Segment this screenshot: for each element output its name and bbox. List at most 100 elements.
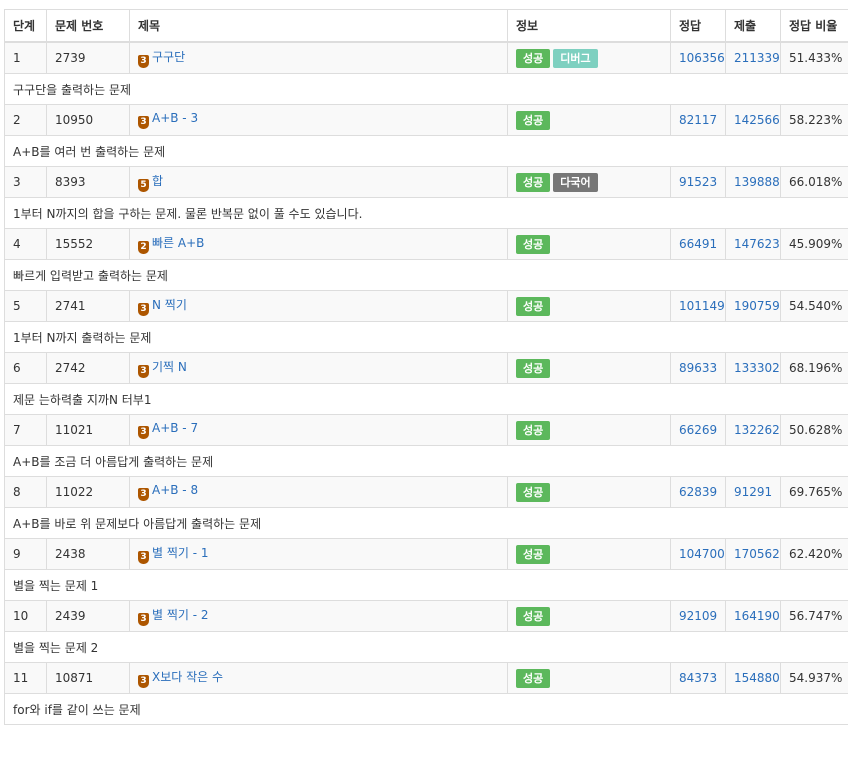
level-cell: 4 (4, 228, 47, 260)
table-row: 2 10950 3 A+B - 3 성공 82117 142566 58.223% (4, 104, 848, 136)
accepted-link[interactable]: 82117 (679, 113, 717, 127)
title-cell: 3 구구단 (129, 41, 508, 74)
problem-title-link[interactable]: 별 찍기 - 1 (152, 546, 209, 560)
status-badge-multi: 다국어 (553, 172, 598, 192)
problem-id-cell: 11021 (46, 414, 130, 446)
submissions-cell: 211339 (725, 41, 781, 74)
status-badge-success: 성공 (516, 668, 551, 688)
accepted-cell: 84373 (670, 662, 726, 694)
problem-title-link[interactable]: X보다 작은 수 (152, 670, 223, 684)
info-cell: 성공 (507, 538, 671, 570)
submissions-link[interactable]: 139888 (734, 175, 780, 189)
level-cell: 3 (4, 166, 47, 198)
header-info[interactable]: 정보 (507, 9, 671, 43)
accepted-cell: 106356 (670, 41, 726, 74)
status-badge-success: 성공 (516, 48, 551, 68)
info-cell: 성공 (507, 662, 671, 694)
ratio-cell: 45.909% (780, 228, 848, 260)
submissions-link[interactable]: 132262 (734, 423, 780, 437)
title-cell: 3별 찍기 - 2 (129, 600, 508, 632)
table-row: 3 8393 5합 성공 다국어 91523 139888 66.018% (4, 166, 848, 198)
accepted-link[interactable]: 66269 (679, 423, 717, 437)
description-row: 구구단을 출력하는 문제 (4, 73, 848, 105)
submissions-link[interactable]: 147623 (734, 237, 780, 251)
problem-title-link[interactable]: 합 (152, 174, 163, 188)
problem-title-link[interactable]: 빠른 A+B (152, 236, 204, 250)
description-row: for와 if를 같이 쓰는 문제 (4, 693, 848, 725)
problem-id-cell: 10871 (46, 662, 130, 694)
tier-badge-icon: 3 (138, 426, 149, 439)
accepted-link[interactable]: 104700 (679, 547, 725, 561)
table-header-row: 단계 문제 번호 제목 정보 정답 제출 정답 비율 (4, 9, 848, 43)
info-cell: 성공 (507, 352, 671, 384)
title-cell: 2 빠른 A+B (129, 228, 508, 260)
title-cell: 3N 찍기 (129, 290, 508, 322)
submissions-link[interactable]: 190759 (734, 299, 780, 313)
level-cell: 11 (4, 662, 47, 694)
accepted-link[interactable]: 89633 (679, 361, 717, 375)
status-badge-success: 성공 (516, 110, 551, 130)
header-accepted[interactable]: 정답 (670, 9, 726, 43)
problem-title-link[interactable]: A+B - 3 (152, 111, 198, 125)
accepted-link[interactable]: 66491 (679, 237, 717, 251)
title-cell: 3 A+B - 7 (129, 414, 508, 446)
accepted-link[interactable]: 92109 (679, 609, 717, 623)
problem-id-cell: 2739 (46, 41, 130, 74)
submissions-link[interactable]: 142566 (734, 113, 780, 127)
header-title[interactable]: 제목 (129, 9, 508, 43)
table-row: 8 11022 3 A+B - 8 성공 62839 91291 69.765% (4, 476, 848, 508)
accepted-cell: 89633 (670, 352, 726, 384)
header-level[interactable]: 단계 (4, 9, 47, 43)
accepted-link[interactable]: 91523 (679, 175, 717, 189)
description-row: 1부터 N까지의 합을 구하는 문제. 물론 반복문 없이 풀 수도 있습니다. (4, 197, 848, 229)
problem-id-cell: 2742 (46, 352, 130, 384)
accepted-link[interactable]: 101149 (679, 299, 725, 313)
problem-description: A+B를 조금 더 아름답게 출력하는 문제 (4, 445, 848, 477)
description-row: A+B를 바로 위 문제보다 아름답게 출력하는 문제 (4, 507, 848, 539)
accepted-cell: 92109 (670, 600, 726, 632)
problem-id-cell: 8393 (46, 166, 130, 198)
description-row: A+B를 여러 번 출력하는 문제 (4, 135, 848, 167)
problem-description: 별을 찍는 문제 1 (4, 569, 848, 601)
submissions-link[interactable]: 91291 (734, 485, 772, 499)
submissions-cell: 133302 (725, 352, 781, 384)
tier-badge-icon: 3 (138, 365, 149, 378)
problem-title-link[interactable]: 기찍 N (152, 360, 187, 374)
table-row: 4 15552 2 빠른 A+B 성공 66491 147623 45.909% (4, 228, 848, 260)
problem-title-link[interactable]: 별 찍기 - 2 (152, 608, 209, 622)
header-ratio[interactable]: 정답 비율 (780, 9, 848, 43)
problem-title-link[interactable]: N 찍기 (152, 298, 187, 312)
submissions-link[interactable]: 154880 (734, 671, 780, 685)
table-row: 7 11021 3 A+B - 7 성공 66269 132262 50.628% (4, 414, 848, 446)
tier-badge-icon: 3 (138, 613, 149, 626)
problem-title-link[interactable]: 구구단 (152, 50, 185, 64)
table-row: 9 2438 3별 찍기 - 1 성공 104700 170562 62.420… (4, 538, 848, 570)
problem-description: 1부터 N까지 출력하는 문제 (4, 321, 848, 353)
header-problem-id[interactable]: 문제 번호 (46, 9, 130, 43)
accepted-link[interactable]: 106356 (679, 51, 725, 65)
problem-title-link[interactable]: A+B - 7 (152, 421, 198, 435)
ratio-cell: 69.765% (780, 476, 848, 508)
ratio-cell: 66.018% (780, 166, 848, 198)
header-submissions[interactable]: 제출 (725, 9, 781, 43)
description-row: A+B를 조금 더 아름답게 출력하는 문제 (4, 445, 848, 477)
status-badge-success: 성공 (516, 172, 551, 192)
submissions-link[interactable]: 164190 (734, 609, 780, 623)
submissions-link[interactable]: 170562 (734, 547, 780, 561)
level-cell: 6 (4, 352, 47, 384)
submissions-cell: 142566 (725, 104, 781, 136)
accepted-cell: 101149 (670, 290, 726, 322)
problem-description: 빠르게 입력받고 출력하는 문제 (4, 259, 848, 291)
info-cell: 성공 (507, 476, 671, 508)
accepted-link[interactable]: 62839 (679, 485, 717, 499)
submissions-cell: 190759 (725, 290, 781, 322)
problem-description: 1부터 N까지의 합을 구하는 문제. 물론 반복문 없이 풀 수도 있습니다. (4, 197, 848, 229)
problem-title-link[interactable]: A+B - 8 (152, 483, 198, 497)
table-row: 1 2739 3 구구단 성공 디버그 106356 211339 51.433% (4, 41, 848, 74)
table-row: 10 2439 3별 찍기 - 2 성공 92109 164190 56.747… (4, 600, 848, 632)
accepted-link[interactable]: 84373 (679, 671, 717, 685)
submissions-link[interactable]: 133302 (734, 361, 780, 375)
info-cell: 성공 디버그 (507, 41, 671, 74)
problem-description: 별을 찍는 문제 2 (4, 631, 848, 663)
submissions-link[interactable]: 211339 (734, 51, 780, 65)
